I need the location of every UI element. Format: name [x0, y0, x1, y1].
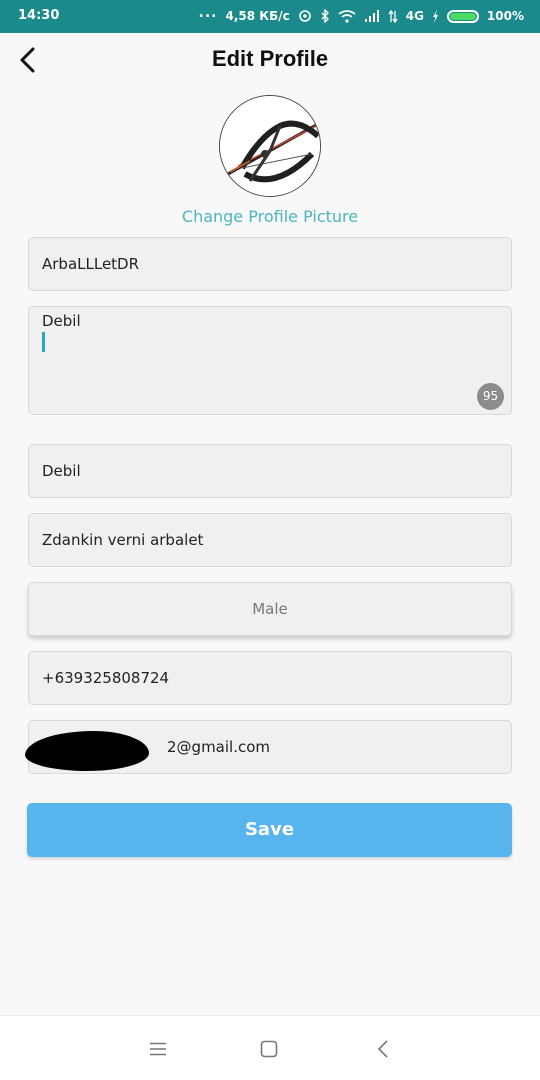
home-button[interactable] — [254, 1034, 284, 1064]
text-cursor — [42, 332, 45, 352]
header: Edit Profile — [0, 33, 540, 87]
bluetooth-icon — [321, 9, 329, 23]
network-type: 4G — [405, 9, 424, 23]
name-field[interactable]: Debil — [28, 444, 512, 498]
bio-field[interactable]: Debil 95 — [28, 306, 512, 415]
menu-button[interactable] — [143, 1034, 173, 1064]
username-value: ArbaLLLetDR — [42, 255, 140, 273]
name-value: Debil — [42, 462, 81, 480]
username-field[interactable]: ArbaLLLetDR — [28, 237, 512, 291]
back-icon — [378, 1040, 388, 1058]
status-bar: 14:30 ... 4,58 КБ/с 4G 100% — [0, 0, 540, 33]
email-value: 2@gmail.com — [167, 738, 271, 756]
network-speed: 4,58 КБ/с — [225, 9, 290, 23]
char-counter-badge: 95 — [477, 383, 504, 410]
crossbow-image — [220, 96, 320, 196]
sync-icon — [298, 10, 311, 22]
bio-value: Debil — [42, 312, 81, 330]
system-back-button[interactable] — [368, 1034, 398, 1064]
battery-percent: 100% — [486, 9, 524, 23]
gender-value: Male — [252, 600, 288, 618]
charging-icon — [432, 9, 438, 23]
menu-icon — [150, 1042, 166, 1056]
status-time: 14:30 — [18, 8, 60, 23]
notification-dots: ... — [198, 5, 218, 21]
wifi-icon — [338, 9, 356, 23]
page-title: Edit Profile — [211, 46, 329, 71]
system-nav-bar — [0, 1015, 540, 1080]
change-profile-picture-link[interactable]: Change Profile Picture — [0, 207, 540, 226]
description-field[interactable]: Zdankin verni arbalet — [28, 513, 512, 567]
gender-selector[interactable]: Male — [28, 582, 512, 636]
signal-icon — [364, 9, 379, 22]
bio-text: Debil — [42, 310, 511, 352]
phone-field[interactable]: +639325808724 — [28, 651, 512, 705]
save-button[interactable]: Save — [27, 803, 512, 857]
status-right: ... 4,58 КБ/с 4G 100% — [198, 5, 524, 24]
phone-value: +639325808724 — [42, 669, 170, 687]
profile-avatar[interactable] — [219, 95, 321, 197]
home-square-icon — [260, 1040, 278, 1058]
battery-icon — [446, 9, 479, 23]
description-value: Zdankin verni arbalet — [42, 531, 204, 549]
data-transfer-icon — [388, 9, 398, 23]
